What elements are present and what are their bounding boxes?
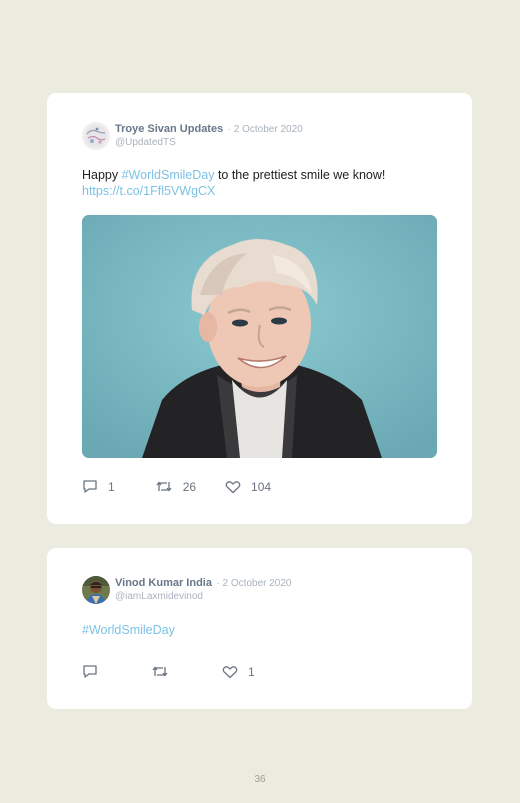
- avatar[interactable]: [82, 122, 110, 150]
- tweet-card: Vinod Kumar India · 2 October 2020 @iamL…: [47, 548, 472, 709]
- reply-button[interactable]: 1: [82, 479, 115, 494]
- like-button[interactable]: 104: [225, 480, 271, 494]
- like-icon: [225, 480, 241, 494]
- retweet-count: 26: [182, 479, 197, 494]
- tweet-date: · 2 October 2020: [216, 578, 292, 589]
- avatar[interactable]: [82, 576, 110, 604]
- retweet-icon: [151, 664, 169, 679]
- retweet-button[interactable]: 26: [155, 479, 196, 494]
- tweet-card: Troye Sivan Updates · 2 October 2020 @Up…: [47, 93, 472, 524]
- tweet-photo[interactable]: [82, 215, 437, 458]
- tweet-actions: 1 26 104: [82, 479, 271, 494]
- tweet-header: Troye Sivan Updates · 2 October 2020 @Up…: [82, 122, 303, 150]
- retweet-icon: [155, 479, 173, 494]
- like-button[interactable]: 1: [222, 665, 255, 679]
- tweet-url-link[interactable]: https://t.co/1Ffl5VWgCX: [82, 184, 215, 198]
- page-number: 36: [254, 774, 266, 785]
- tweet-text-suffix: to the prettiest smile we know!: [214, 168, 386, 182]
- tweet-text: Happy #WorldSmileDay to the prettiest sm…: [82, 168, 442, 199]
- reply-icon: [82, 479, 98, 494]
- author-handle[interactable]: @UpdatedTS: [115, 137, 303, 149]
- tweet-text: #WorldSmileDay: [82, 623, 442, 639]
- retweet-button[interactable]: [151, 664, 179, 679]
- like-count: 1: [248, 664, 255, 679]
- like-icon: [222, 665, 238, 679]
- hashtag-link[interactable]: #WorldSmileDay: [122, 168, 215, 182]
- reply-icon: [82, 664, 98, 679]
- tweet-header: Vinod Kumar India · 2 October 2020 @iamL…: [82, 576, 291, 604]
- hashtag-link[interactable]: #WorldSmileDay: [82, 623, 175, 637]
- author-name[interactable]: Troye Sivan Updates: [115, 123, 223, 135]
- reply-button[interactable]: [82, 664, 108, 679]
- reply-count: 1: [108, 479, 115, 494]
- like-count: 104: [251, 479, 272, 494]
- tweet-date: · 2 October 2020: [227, 124, 303, 135]
- author-handle[interactable]: @iamLaxmidevinod: [115, 591, 291, 603]
- tweet-text-prefix: Happy: [82, 168, 122, 182]
- tweet-actions: 1: [82, 664, 255, 679]
- author-name[interactable]: Vinod Kumar India: [115, 577, 212, 589]
